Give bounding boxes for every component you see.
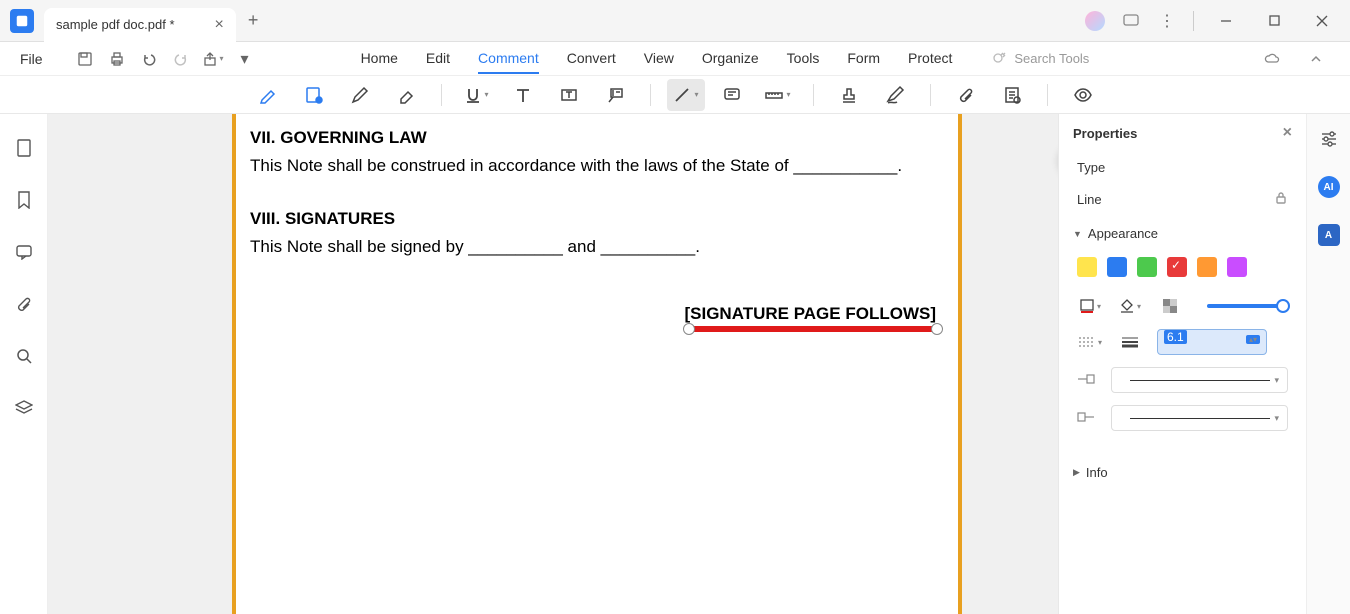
- hide-comments-tool[interactable]: [1064, 79, 1102, 111]
- tab-form[interactable]: Form: [847, 44, 880, 74]
- document-page: VII. GOVERNING LAW This Note shall be co…: [232, 114, 962, 614]
- color-purple[interactable]: [1227, 257, 1247, 277]
- close-tab-icon[interactable]: ×: [215, 16, 224, 34]
- settings-sliders-icon[interactable]: [1316, 126, 1342, 152]
- callout-tool[interactable]: [596, 79, 634, 111]
- tab-comment[interactable]: Comment: [478, 44, 539, 74]
- close-panel-icon[interactable]: ×: [1283, 124, 1292, 142]
- undo-icon[interactable]: [133, 44, 165, 74]
- line-start-style[interactable]: ▾: [1111, 367, 1288, 393]
- line-start-icon: [1077, 372, 1097, 389]
- line-end-icon: [1077, 410, 1097, 427]
- doc-heading-8: VIII. SIGNATURES: [250, 209, 944, 229]
- message-icon[interactable]: [1117, 7, 1145, 35]
- tab-edit[interactable]: Edit: [426, 44, 450, 74]
- line-weight-icon[interactable]: [1117, 331, 1143, 353]
- lock-icon[interactable]: [1274, 191, 1288, 208]
- redo-icon[interactable]: [165, 44, 197, 74]
- chevron-up-icon[interactable]: [1300, 44, 1332, 74]
- opacity-slider[interactable]: [1207, 304, 1288, 308]
- minimize-button[interactable]: [1206, 6, 1246, 36]
- left-sidebar: [0, 114, 48, 614]
- right-rail: AI A: [1306, 114, 1350, 614]
- color-green[interactable]: [1137, 257, 1157, 277]
- document-viewport[interactable]: VII. GOVERNING LAW This Note shall be co…: [48, 114, 1058, 614]
- kebab-menu-icon[interactable]: ⋮: [1153, 7, 1181, 35]
- avatar-icon[interactable]: [1081, 7, 1109, 35]
- search-tools[interactable]: Search Tools: [992, 51, 1089, 66]
- type-label: Type: [1077, 160, 1105, 175]
- bookmarks-icon[interactable]: [10, 186, 38, 214]
- color-yellow[interactable]: [1077, 257, 1097, 277]
- ai-assistant-icon[interactable]: AI: [1316, 174, 1342, 200]
- pencil-tool[interactable]: [341, 79, 379, 111]
- cloud-icon[interactable]: [1256, 44, 1288, 74]
- color-blue[interactable]: [1107, 257, 1127, 277]
- tab-tools[interactable]: Tools: [787, 44, 820, 74]
- doc-heading-7: VII. GOVERNING LAW: [250, 128, 944, 148]
- line-annotation[interactable]: [688, 326, 938, 332]
- eraser-tool[interactable]: [387, 79, 425, 111]
- tab-organize[interactable]: Organize: [702, 44, 759, 74]
- doc-paragraph-7: This Note shall be construed in accordan…: [250, 152, 944, 181]
- tab-home[interactable]: Home: [361, 44, 398, 74]
- comment-toolbar: ▾ ▾ ▾: [0, 76, 1350, 114]
- fill-color-button[interactable]: ▾: [1117, 295, 1143, 317]
- thumbnails-icon[interactable]: [10, 134, 38, 162]
- measure-tool[interactable]: ▾: [759, 79, 797, 111]
- share-icon[interactable]: ▾: [197, 44, 229, 74]
- signature-follows-text: [SIGNATURE PAGE FOLLOWS]: [250, 304, 944, 324]
- tab-view[interactable]: View: [644, 44, 674, 74]
- info-section[interactable]: ▶Info: [1059, 455, 1306, 490]
- color-swatches: [1059, 251, 1306, 289]
- more-menu-icon[interactable]: ▾: [229, 44, 261, 74]
- layers-icon[interactable]: [10, 394, 38, 422]
- highlight-tool[interactable]: [249, 79, 287, 111]
- stamp-tool[interactable]: [830, 79, 868, 111]
- app-logo: [10, 9, 34, 33]
- save-icon[interactable]: [69, 44, 101, 74]
- appearance-section[interactable]: ▼Appearance: [1059, 216, 1306, 251]
- doc-paragraph-8: This Note shall be signed by __________ …: [250, 233, 944, 262]
- properties-title: Properties: [1073, 126, 1137, 141]
- note-tool[interactable]: [713, 79, 751, 111]
- stroke-color-button[interactable]: ▾: [1077, 295, 1103, 317]
- title-bar: sample pdf doc.pdf * × + ⋮: [0, 0, 1350, 42]
- type-value: Line: [1077, 192, 1102, 207]
- tab-protect[interactable]: Protect: [908, 44, 952, 74]
- search-panel-icon[interactable]: [10, 342, 38, 370]
- properties-panel: Properties × Type Line ▼Appearance ▾ ▾ ▾…: [1058, 114, 1306, 614]
- tab-title: sample pdf doc.pdf *: [56, 17, 175, 32]
- attachments-panel-icon[interactable]: [10, 290, 38, 318]
- new-tab-button[interactable]: +: [248, 10, 259, 31]
- notes-panel-tool[interactable]: [993, 79, 1031, 111]
- main-tabs: Home Edit Comment Convert View Organize …: [361, 44, 953, 74]
- document-tab[interactable]: sample pdf doc.pdf * ×: [44, 8, 236, 42]
- line-style-button[interactable]: ▾: [1077, 331, 1103, 353]
- tab-convert[interactable]: Convert: [567, 44, 616, 74]
- line-tool[interactable]: ▾: [667, 79, 705, 111]
- opacity-button[interactable]: [1157, 295, 1183, 317]
- print-icon[interactable]: [101, 44, 133, 74]
- menu-bar: File ▾ ▾ Home Edit Comment Convert View …: [0, 42, 1350, 76]
- area-highlight-tool[interactable]: [295, 79, 333, 111]
- color-orange[interactable]: [1197, 257, 1217, 277]
- file-menu[interactable]: File: [8, 51, 55, 67]
- underline-tool[interactable]: ▾: [458, 79, 496, 111]
- signature-tool[interactable]: [876, 79, 914, 111]
- search-placeholder: Search Tools: [1014, 51, 1089, 66]
- translate-icon[interactable]: A: [1316, 222, 1342, 248]
- thickness-input[interactable]: 6.1▴▾: [1157, 329, 1267, 355]
- attachment-tool[interactable]: [947, 79, 985, 111]
- textbox-tool[interactable]: [550, 79, 588, 111]
- comments-panel-icon[interactable]: [10, 238, 38, 266]
- maximize-button[interactable]: [1254, 6, 1294, 36]
- line-end-style[interactable]: ▾: [1111, 405, 1288, 431]
- color-red[interactable]: [1167, 257, 1187, 277]
- close-window-button[interactable]: [1302, 6, 1342, 36]
- text-tool[interactable]: [504, 79, 542, 111]
